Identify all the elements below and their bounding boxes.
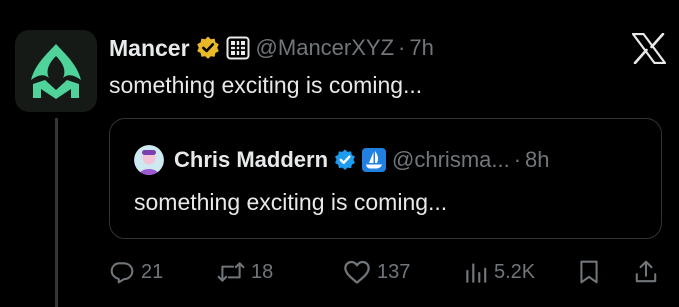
view-count: 5.2K: [494, 260, 536, 283]
separator-dot: ·: [398, 35, 406, 60]
reply-count: 21: [141, 260, 164, 283]
bookmark-icon: [580, 260, 598, 284]
quoted-tweet-time[interactable]: 8h: [525, 147, 549, 173]
quoted-author-avatar[interactable]: [134, 145, 164, 175]
action-bar: 21 18 137 5.2K: [109, 256, 666, 288]
author-handle[interactable]: @MancerXYZ: [256, 35, 394, 61]
like-icon: [344, 260, 370, 284]
tweet-time[interactable]: 7h: [409, 35, 433, 61]
thread-line: [55, 118, 58, 307]
quoted-tweet-card[interactable]: Chris Maddern @chrisma... · 8h something…: [109, 118, 662, 239]
mancer-logo-icon: [31, 44, 81, 99]
author-name[interactable]: Mancer: [109, 35, 190, 62]
share-button[interactable]: [633, 256, 665, 288]
quoted-separator-dot: ·: [513, 147, 522, 172]
quoted-tweet-text: something exciting is coming...: [134, 189, 448, 215]
quoted-tweet-header: Chris Maddern @chrisma... · 8h: [134, 143, 550, 177]
opensea-badge-icon[interactable]: [362, 148, 387, 172]
affiliate-badge-icon[interactable]: [226, 36, 250, 60]
tweet-header: Mancer @MancerXYZ · 7h: [109, 31, 434, 65]
repost-icon: [217, 262, 245, 282]
quoted-author-name[interactable]: Chris Maddern: [174, 147, 328, 173]
like-button[interactable]: 137: [343, 256, 410, 288]
views-icon: [466, 263, 487, 283]
reply-icon: [110, 262, 134, 284]
blue-verified-badge-icon[interactable]: [333, 148, 357, 172]
repost-button[interactable]: 18: [217, 256, 273, 288]
tweet-text: something exciting is coming...: [109, 72, 423, 98]
author-avatar[interactable]: [15, 30, 97, 112]
share-icon: [635, 260, 657, 283]
x-logo-icon[interactable]: [631, 32, 667, 65]
reply-button[interactable]: 21: [109, 256, 163, 288]
quoted-author-handle[interactable]: @chrisma...: [392, 147, 510, 173]
repost-count: 18: [251, 260, 274, 283]
like-count: 137: [377, 260, 411, 283]
gold-verified-badge-icon[interactable]: [195, 35, 221, 61]
bookmark-button[interactable]: [577, 256, 607, 288]
views-button[interactable]: 5.2K: [464, 256, 535, 288]
